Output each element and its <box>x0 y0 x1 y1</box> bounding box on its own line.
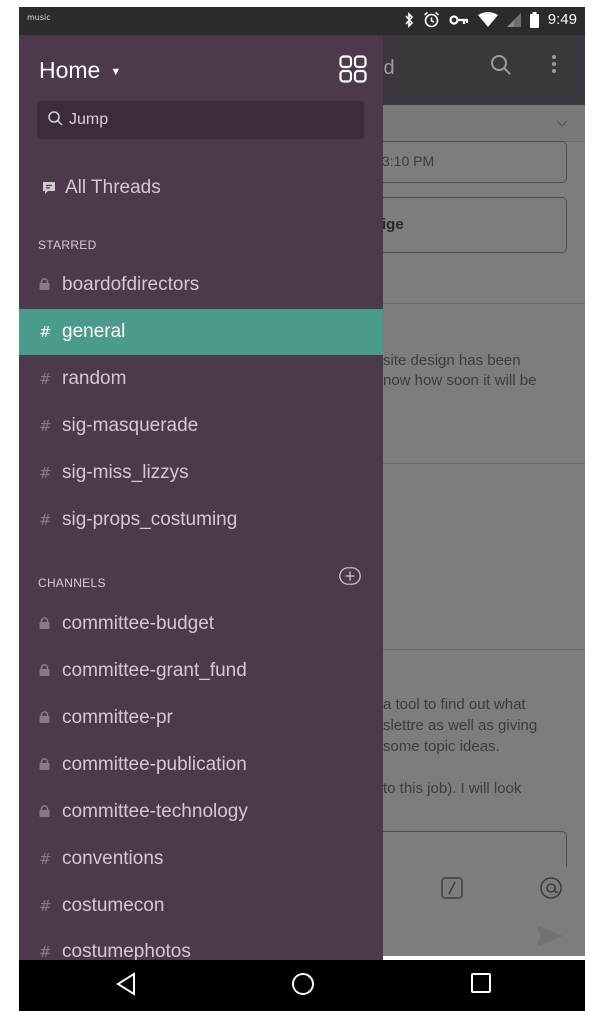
channel-item[interactable]: committee-budget <box>19 601 383 647</box>
message-line: a tool to find out what <box>383 696 526 713</box>
lock-icon <box>39 756 61 774</box>
lock-icon <box>39 709 61 727</box>
workspace-switcher[interactable]: Home ▼ <box>39 57 121 84</box>
music-notification-icon: music <box>27 13 51 22</box>
channel-item[interactable]: committee-technology <box>19 789 383 835</box>
channel-name: sig-miss_lizzys <box>62 462 189 483</box>
search-icon[interactable] <box>489 53 513 77</box>
channel-name: sig-props_costuming <box>62 509 238 530</box>
mention-icon[interactable] <box>539 876 563 900</box>
starred-channel-item[interactable]: # sig-props_costuming <box>19 497 383 543</box>
search-icon <box>48 111 63 126</box>
channel-name: boardofdirectors <box>62 274 200 295</box>
vpn-key-icon <box>449 14 468 25</box>
channels-section-header: CHANNELS <box>38 576 106 590</box>
navigation-drawer: Home ▼ Jump All Threads STARRED boardofdi… <box>19 35 383 960</box>
channel-name: costumephotos <box>62 941 191 960</box>
lock-icon <box>39 662 61 680</box>
channel-name: costumecon <box>62 895 165 916</box>
message-line: to this job). I will look <box>383 780 522 797</box>
message-line: site design has been <box>383 352 521 369</box>
alarm-icon <box>423 11 439 28</box>
starred-channel-item[interactable]: # random <box>19 356 383 402</box>
channel-item[interactable]: committee-pr <box>19 695 383 741</box>
hash-icon: # <box>39 850 52 868</box>
channel-name: committee-publication <box>62 754 247 775</box>
back-icon[interactable] <box>115 972 137 996</box>
battery-icon <box>529 11 539 28</box>
all-threads-label: All Threads <box>65 177 161 198</box>
starred-channel-item[interactable]: # sig-miss_lizzys <box>19 450 383 496</box>
message-time-box: 3:10 PM <box>359 141 567 183</box>
starred-section-header: STARRED <box>38 238 97 252</box>
hash-icon: # <box>39 943 52 960</box>
drawer-header: Home ▼ <box>19 35 383 95</box>
starred-channel-item[interactable]: # sig-masquerade <box>19 403 383 449</box>
hash-icon: # <box>39 897 52 915</box>
message-time: 3:10 PM <box>382 153 435 169</box>
add-channel-icon[interactable] <box>339 567 361 585</box>
hash-icon: # <box>39 370 52 388</box>
grid-icon[interactable] <box>339 55 367 83</box>
status-time: 9:49 <box>547 11 577 28</box>
all-threads-item[interactable]: All Threads <box>19 165 383 211</box>
lock-icon <box>39 803 61 821</box>
recents-icon[interactable] <box>470 972 492 994</box>
slash-command-icon[interactable] <box>441 877 463 899</box>
channel-item[interactable]: committee-grant_fund <box>19 648 383 694</box>
channel-item[interactable]: # costumecon <box>19 883 383 929</box>
channel-item[interactable]: # costumephotos <box>19 929 383 960</box>
system-navigation-bar <box>19 960 585 1011</box>
channel-name: general <box>62 321 126 342</box>
home-icon[interactable] <box>291 972 315 996</box>
message-line: now how soon it will be <box>383 372 537 389</box>
starred-channel-item[interactable]: boardofdirectors <box>19 262 383 308</box>
lock-icon <box>39 615 61 633</box>
hash-icon: # <box>39 323 52 341</box>
channel-name: random <box>62 368 127 389</box>
status-icons: 9:49 <box>404 11 577 28</box>
channel-name: sig-masquerade <box>62 415 199 436</box>
phone-screen: music 9:49 ld 3:10 PM ige site design ha… <box>19 7 585 1011</box>
lock-icon <box>39 276 61 294</box>
jump-placeholder: Jump <box>69 111 109 128</box>
caret-down-icon: ▼ <box>110 66 122 78</box>
send-icon[interactable] <box>537 925 563 947</box>
hash-icon: # <box>39 511 52 529</box>
status-bar: music 9:49 <box>19 7 585 35</box>
starred-channel-item-active[interactable]: # general <box>19 309 383 355</box>
channel-name: committee-pr <box>62 707 173 728</box>
message-line: slettre as well as giving <box>383 717 538 734</box>
bluetooth-icon <box>405 11 413 28</box>
message-action-label: ige <box>382 216 404 233</box>
threads-icon <box>43 182 55 194</box>
hash-icon: # <box>39 464 52 482</box>
message-action-button[interactable]: ige <box>359 197 567 253</box>
workspace-title: Home <box>39 57 101 83</box>
jump-search[interactable]: Jump <box>37 101 364 139</box>
channel-name: committee-grant_fund <box>62 660 247 681</box>
channel-name: committee-budget <box>62 613 215 634</box>
overflow-menu-icon[interactable] <box>551 53 557 75</box>
channel-name: committee-technology <box>62 801 248 822</box>
hash-icon: # <box>39 417 52 435</box>
channel-item[interactable]: committee-publication <box>19 742 383 788</box>
chevron-down-icon[interactable] <box>555 117 569 131</box>
message-line: some topic ideas. <box>383 738 500 755</box>
wifi-icon <box>477 12 498 27</box>
signal-icon <box>506 12 521 27</box>
channel-name: conventions <box>62 848 164 869</box>
channel-item[interactable]: # conventions <box>19 836 383 882</box>
